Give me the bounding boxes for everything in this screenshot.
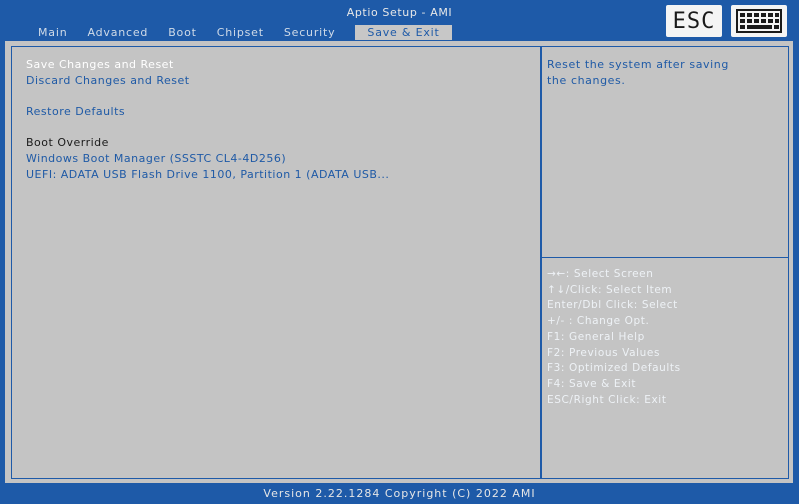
tab-advanced[interactable]: Advanced [77,25,158,40]
boot-option-usb[interactable]: UEFI: ADATA USB Flash Drive 1100, Partit… [26,167,526,183]
esc-label: ESC [672,8,716,34]
key-optimized-defaults: F3: Optimized Defaults [547,362,681,375]
version-footer: Version 2.22.1284 Copyright (C) 2022 AMI [263,487,536,500]
key-select-item: ↑↓/Click: Select Item [547,283,673,296]
content-frame: Save Changes and Reset Discard Changes a… [11,46,789,479]
help-line-1: Reset the system after saving [547,58,729,71]
key-general-help: F1: General Help [547,330,645,343]
tab-boot[interactable]: Boot [158,25,207,40]
key-select-screen: →←: Select Screen [547,268,654,280]
key-change-opt: +/- : Change Opt. [547,315,650,328]
boot-override-label: Boot Override [26,136,109,149]
tab-security[interactable]: Security [274,25,346,40]
key-save-exit: F4: Save & Exit [547,377,637,390]
help-divider [542,257,788,258]
esc-button[interactable]: ESC [666,5,722,37]
tab-save-exit[interactable]: Save & Exit [355,25,452,40]
title-bar: Aptio Setup - AMI Main Advanced Boot Chi… [0,0,799,40]
vertical-divider [540,47,542,478]
keyboard-button[interactable] [731,5,787,37]
key-select: Enter/Dbl Click: Select [547,299,678,312]
restore-defaults-item[interactable]: Restore Defaults [26,104,526,120]
main-panel: Save Changes and Reset Discard Changes a… [4,40,794,484]
key-legend: →←: Select Screen ↑↓/Click: Select Item … [547,267,787,408]
tab-main[interactable]: Main [34,25,77,40]
save-changes-reset-item[interactable]: Save Changes and Reset [26,57,526,73]
keyboard-icon [736,9,782,33]
key-exit: ESC/Right Click: Exit [547,393,667,406]
tab-chipset[interactable]: Chipset [207,25,274,40]
menu-list: Save Changes and Reset Discard Changes a… [26,57,526,183]
discard-changes-reset-item[interactable]: Discard Changes and Reset [26,73,526,89]
help-line-2: the changes. [547,74,626,87]
tab-bar: Main Advanced Boot Chipset Security Save… [34,24,452,40]
key-previous-values: F2: Previous Values [547,346,661,359]
boot-option-windows[interactable]: Windows Boot Manager (SSSTC CL4-4D256) [26,151,526,167]
help-text: Reset the system after saving the change… [547,57,782,89]
